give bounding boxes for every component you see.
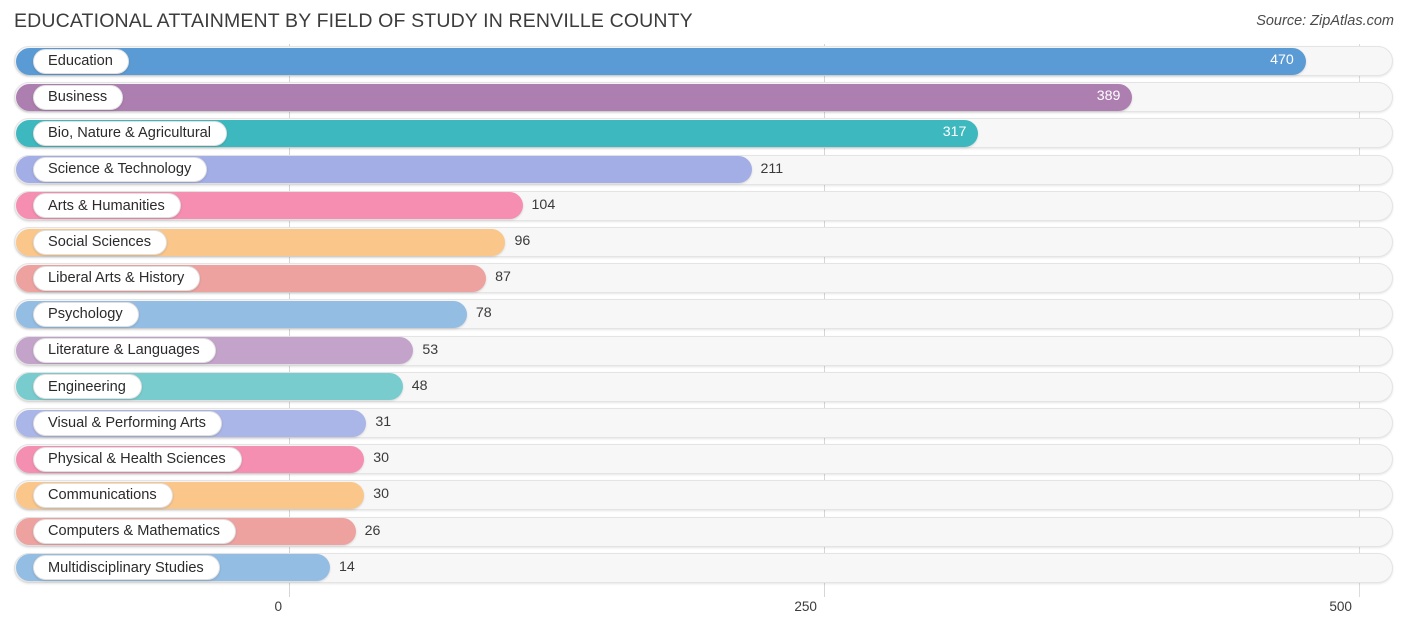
- bar-value-label: 211: [760, 160, 784, 177]
- chart-page: EDUCATIONAL ATTAINMENT BY FIELD OF STUDY…: [0, 0, 1406, 631]
- bar-value-label: 31: [375, 414, 392, 430]
- category-label-pill: Education: [33, 48, 129, 74]
- category-label-pill: Multidisciplinary Studies: [33, 555, 220, 581]
- category-label-pill: Social Sciences: [33, 229, 168, 255]
- bar-value-label: 96: [514, 233, 531, 249]
- category-label-pill: Physical & Health Sciences: [33, 446, 242, 472]
- bar-value-label: 30: [373, 486, 389, 503]
- bar-value-label: 104: [531, 196, 556, 213]
- category-label: Literature & Languages: [48, 342, 200, 359]
- category-label: Computers & Mathematics: [48, 523, 220, 540]
- category-label: Visual & Performing Arts: [48, 414, 206, 431]
- bar-value-label: 26: [364, 522, 381, 539]
- bar-value-label: 470: [1270, 52, 1294, 68]
- bar-value-label: 14: [338, 558, 355, 575]
- bar-row: Education 470: [0, 44, 1406, 80]
- x-tick-label: 0: [274, 599, 282, 614]
- category-label: Engineering: [48, 378, 126, 395]
- category-label: Communications: [48, 487, 157, 504]
- source-attribution: Source: ZipAtlas.com: [1256, 13, 1394, 29]
- category-label-pill: Arts & Humanities: [33, 193, 181, 219]
- category-label-pill: Bio, Nature & Agricultural: [33, 120, 228, 146]
- category-label: Social Sciences: [48, 233, 152, 250]
- bar-row: Physical & Health Sciences 30: [0, 442, 1406, 478]
- bar-value-label: 78: [475, 305, 492, 322]
- category-label-pill: Psychology: [33, 301, 139, 327]
- x-axis: 0 250 500: [0, 597, 1406, 631]
- bar-row: Social Sciences 96: [0, 225, 1406, 261]
- bar-value-label: 48: [411, 377, 428, 394]
- category-label: Liberal Arts & History: [48, 269, 185, 286]
- category-label-pill: Literature & Languages: [33, 338, 216, 364]
- x-tick-label: 250: [794, 599, 817, 614]
- bar-row: Business 389: [0, 80, 1406, 116]
- bar-row: Computers & Mathematics 26: [0, 515, 1406, 551]
- category-label-pill: Business: [33, 84, 124, 110]
- category-label: Science & Technology: [48, 161, 192, 178]
- bar-value-label: 389: [1096, 88, 1121, 105]
- chart-header: EDUCATIONAL ATTAINMENT BY FIELD OF STUDY…: [0, 0, 1406, 44]
- category-label-pill: Science & Technology: [33, 157, 208, 183]
- category-label: Bio, Nature & Agricultural: [48, 125, 212, 142]
- bar[interactable]: [16, 47, 1306, 75]
- bar-value-label: 53: [422, 341, 439, 358]
- bar-row: Psychology 78: [0, 297, 1406, 333]
- category-label-pill: Computers & Mathematics: [33, 519, 236, 545]
- page-title: EDUCATIONAL ATTAINMENT BY FIELD OF STUDY…: [14, 10, 693, 32]
- category-label-pill: Visual & Performing Arts: [33, 410, 222, 436]
- bar-value-label: 317: [942, 124, 967, 141]
- bar-row: Multidisciplinary Studies 14: [0, 551, 1406, 587]
- category-label-pill: Engineering: [33, 374, 142, 400]
- bar-value-label: 87: [495, 269, 511, 286]
- category-label: Arts & Humanities: [48, 197, 165, 214]
- bar[interactable]: [16, 83, 1133, 111]
- x-tick-label: 500: [1329, 599, 1352, 614]
- category-label: Psychology: [48, 306, 123, 323]
- bar-row: Bio, Nature & Agricultural 317: [0, 116, 1406, 152]
- category-label: Education: [48, 52, 113, 69]
- bar-row: Liberal Arts & History 87: [0, 261, 1406, 297]
- bar-value-label: 30: [373, 450, 389, 467]
- category-label: Multidisciplinary Studies: [48, 559, 204, 576]
- bar-row: Engineering 48: [0, 370, 1406, 406]
- category-label-pill: Liberal Arts & History: [33, 265, 201, 291]
- category-label-pill: Communications: [33, 482, 173, 508]
- plot-area: Education 470 Business 389 Bio, Nature & Agr…: [0, 44, 1406, 597]
- bar-row: Literature & Languages 53: [0, 334, 1406, 370]
- category-label: Physical & Health Sciences: [48, 450, 226, 467]
- bar-row: Communications 30: [0, 478, 1406, 514]
- bar-row: Arts & Humanities 104: [0, 189, 1406, 225]
- bar-row: Science & Technology 211: [0, 153, 1406, 189]
- bar-row: Visual & Performing Arts 31: [0, 406, 1406, 442]
- category-label: Business: [48, 88, 108, 105]
